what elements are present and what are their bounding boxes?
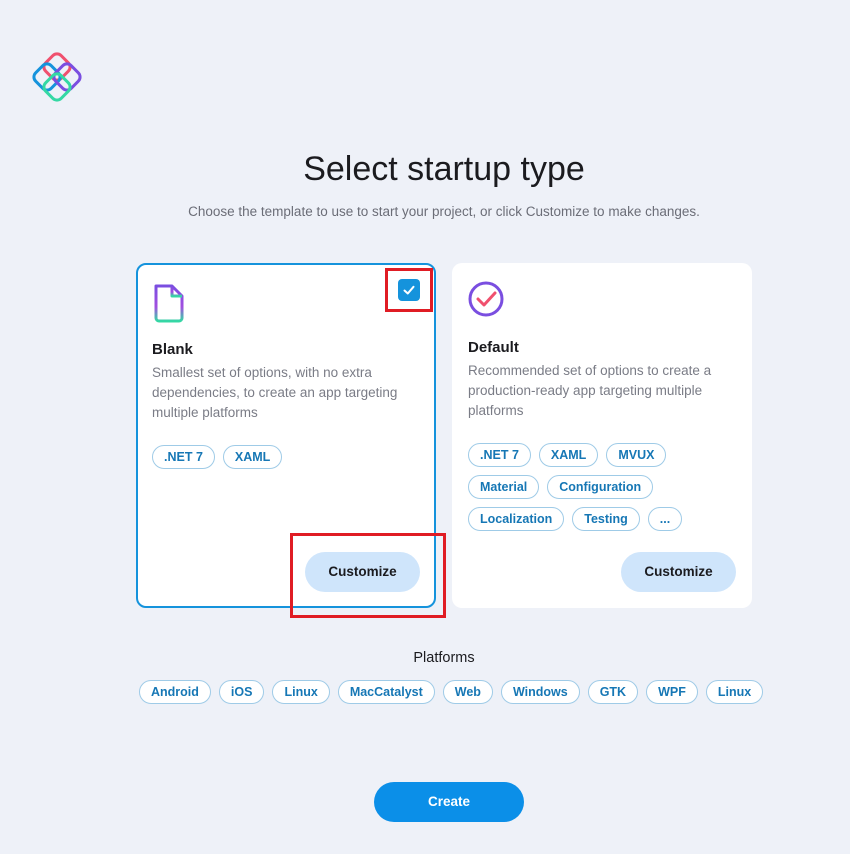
tag: MVUX: [606, 443, 667, 467]
tag: .NET 7: [468, 443, 531, 467]
platform-tag-linux-2: Linux: [705, 680, 764, 704]
platform-tag-maccatalyst: MacCatalyst: [337, 680, 435, 704]
page-subtitle: Choose the template to use to start your…: [188, 204, 700, 219]
tag: Configuration: [547, 475, 654, 499]
check-circle-icon: [468, 281, 504, 317]
platform-tag-android: Android: [139, 680, 211, 704]
template-card-default[interactable]: Default Recommended set of options to cr…: [452, 263, 752, 608]
card-tags: .NET 7 XAML: [152, 445, 428, 469]
card-tags: .NET 7 XAML MVUX Material Configuration …: [468, 443, 744, 531]
tag: Localization: [468, 507, 565, 531]
customize-button-default[interactable]: Customize: [621, 552, 736, 592]
platform-tag-linux: Linux: [272, 680, 330, 704]
card-title: Blank: [152, 341, 193, 358]
file-icon: [154, 284, 184, 323]
page-title: Select startup type: [303, 150, 585, 188]
platform-tag-web: Web: [442, 680, 493, 704]
platform-tag-gtk: GTK: [587, 680, 639, 704]
card-description: Smallest set of options, with no extra d…: [152, 365, 398, 420]
tag: .NET 7: [152, 445, 215, 469]
tag: Testing: [572, 507, 640, 531]
platform-tag-wpf: WPF: [646, 680, 698, 704]
card-description: Recommended set of options to create a p…: [468, 363, 712, 418]
platform-tag-ios: iOS: [218, 680, 265, 704]
tag: Material: [468, 475, 540, 499]
highlight-box-checkbox: [385, 268, 433, 312]
highlight-box-customize: [290, 533, 446, 618]
tag: XAML: [538, 443, 599, 467]
card-title: Default: [468, 339, 519, 356]
create-button[interactable]: Create: [374, 782, 524, 822]
platform-tags: Android iOS Linux MacCatalyst Web Window…: [139, 680, 764, 704]
platform-tag-windows: Windows: [500, 680, 580, 704]
tag-more[interactable]: ...: [647, 507, 683, 531]
platforms-title: Platforms: [413, 650, 475, 666]
tag: XAML: [222, 445, 283, 469]
app-logo-icon: [32, 52, 82, 102]
